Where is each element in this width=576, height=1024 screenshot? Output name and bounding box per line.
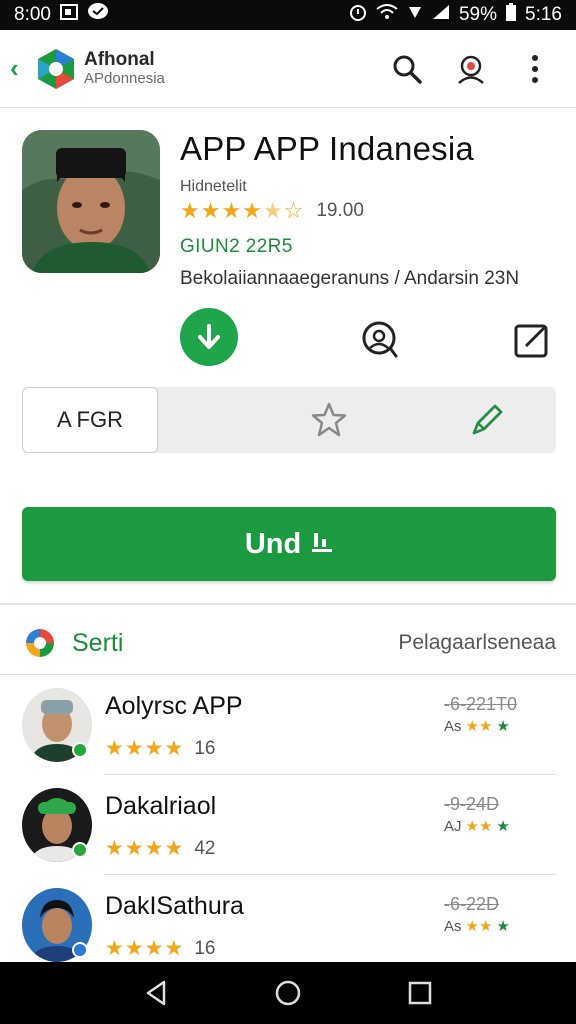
list-item-meta: -6-22D <box>444 894 500 914</box>
image-notification-icon <box>59 3 79 27</box>
list-item-side: -6-221T0 As ★★ ★ <box>444 694 564 735</box>
nav-home-icon[interactable] <box>273 978 303 1008</box>
install-button-label: Und <box>244 527 302 560</box>
nav-recents-icon[interactable] <box>405 978 435 1008</box>
mini-stars-icon: ★★ <box>465 918 493 935</box>
edit-box-icon[interactable] <box>512 320 552 360</box>
app-bar: ‹ Afhonal APdonnesia <box>0 30 576 108</box>
review-chat-icon[interactable] <box>360 320 400 360</box>
verified-badge-icon <box>72 942 88 958</box>
verified-badge-icon <box>72 742 88 758</box>
download-arrow-icon <box>198 324 220 349</box>
list-divider <box>104 774 556 775</box>
list-item-count: 42 <box>194 837 216 859</box>
alarm-icon <box>349 3 367 27</box>
back-arrow-icon[interactable]: ‹ <box>10 53 32 84</box>
status-bar: 8:00 59% 5:16 <box>0 0 576 30</box>
green-star-icon: ★ <box>496 918 510 935</box>
status-clock: 5:16 <box>525 4 562 25</box>
rating-stars: ★★★★★☆ <box>180 198 305 223</box>
section-see-more[interactable]: Pelagaarlseneaa <box>398 631 556 655</box>
app-header: APP APP Indanesia Hidnetelit ★★★★★☆ 19.0… <box>22 130 558 275</box>
list-item-name: DakISathura <box>105 892 244 920</box>
star-outline-icon[interactable] <box>310 401 348 439</box>
list-item-mini-prefix: As <box>444 917 462 935</box>
section-title: Serti <box>72 628 124 657</box>
status-time: 8:00 <box>14 4 51 25</box>
nav-back-icon[interactable] <box>141 978 171 1008</box>
list-item-name: Aolyrsc APP <box>105 692 243 720</box>
download-button[interactable] <box>180 308 238 366</box>
list-item-meta: -9-24D <box>444 794 500 814</box>
section-header: Serti Pelagaarlseneaa <box>22 618 556 668</box>
list-item[interactable]: Aolyrsc APP ★★★★ 16 -6-221T0 As ★★ ★ <box>0 688 576 784</box>
list-item-stars: ★★★★ <box>105 937 185 960</box>
brand: Afhonal APdonnesia <box>84 48 165 87</box>
pencil-icon[interactable] <box>468 401 506 439</box>
list-item-mini-prefix: As <box>444 717 462 735</box>
rating-count: 19.00 <box>316 200 364 221</box>
mini-stars-icon: ★★ <box>465 718 493 735</box>
green-star-icon: ★ <box>496 818 510 835</box>
signal-down-icon <box>407 4 423 26</box>
app-description: Bekolaiiannaaegeranuns / Andarsin 23N <box>180 268 520 289</box>
screen: 8:00 59% 5:16 ‹ Afhonal APdonnesia APP A… <box>0 0 576 1024</box>
list-item-side: -9-24D AJ ★★ ★ <box>444 794 564 835</box>
list-item[interactable]: Dakalriaol ★★★★ 42 -9-24D AJ ★★ ★ <box>0 788 576 884</box>
battery-icon <box>506 3 517 27</box>
account-icon[interactable] <box>454 52 488 86</box>
segment-selected[interactable]: A FGR <box>22 387 158 453</box>
install-button[interactable]: Und <box>22 507 556 581</box>
list-item-meta: -6-221T0 <box>444 694 518 714</box>
list-item-stars: ★★★★ <box>105 737 185 760</box>
green-star-icon: ★ <box>496 718 510 735</box>
list-item-stars: ★★★★ <box>105 837 185 860</box>
brand-title: Afhonal <box>84 48 155 70</box>
list-item-count: 16 <box>194 737 216 759</box>
battery-percent: 59% <box>458 4 498 25</box>
list-item[interactable]: DakISathura ★★★★ 16 -6-22D As ★★ ★ <box>0 888 576 962</box>
list-divider <box>104 874 556 875</box>
chat-notification-icon <box>87 2 109 28</box>
mini-stars-icon: ★★ <box>465 818 493 835</box>
wifi-icon <box>376 4 398 26</box>
list-item-side: -6-22D As ★★ ★ <box>444 894 564 935</box>
list-item-count: 16 <box>194 937 216 959</box>
list-divider <box>0 674 576 675</box>
cell-signal-icon <box>432 4 450 26</box>
section-divider <box>0 603 576 605</box>
more-vertical-icon[interactable] <box>518 52 552 86</box>
search-icon[interactable] <box>390 52 424 86</box>
publisher-name[interactable]: Hidnetelit <box>180 178 560 196</box>
app-title: APP APP Indanesia <box>180 130 474 167</box>
download-bars-icon <box>311 529 333 560</box>
segmented-control: A FGR <box>22 387 556 453</box>
brand-subtitle: APdonnesia <box>84 69 165 87</box>
google-style-logo-icon <box>22 625 58 661</box>
list-item-mini-prefix: AJ <box>444 817 462 835</box>
list-item-name: Dakalriaol <box>105 792 217 820</box>
app-code: GIUN2 22R5 <box>180 236 293 257</box>
system-nav-bar <box>0 962 576 1024</box>
app-icon-portrait <box>22 130 160 273</box>
brand-logo-icon <box>34 47 78 91</box>
action-row <box>0 308 576 370</box>
verified-badge-icon <box>72 842 88 858</box>
